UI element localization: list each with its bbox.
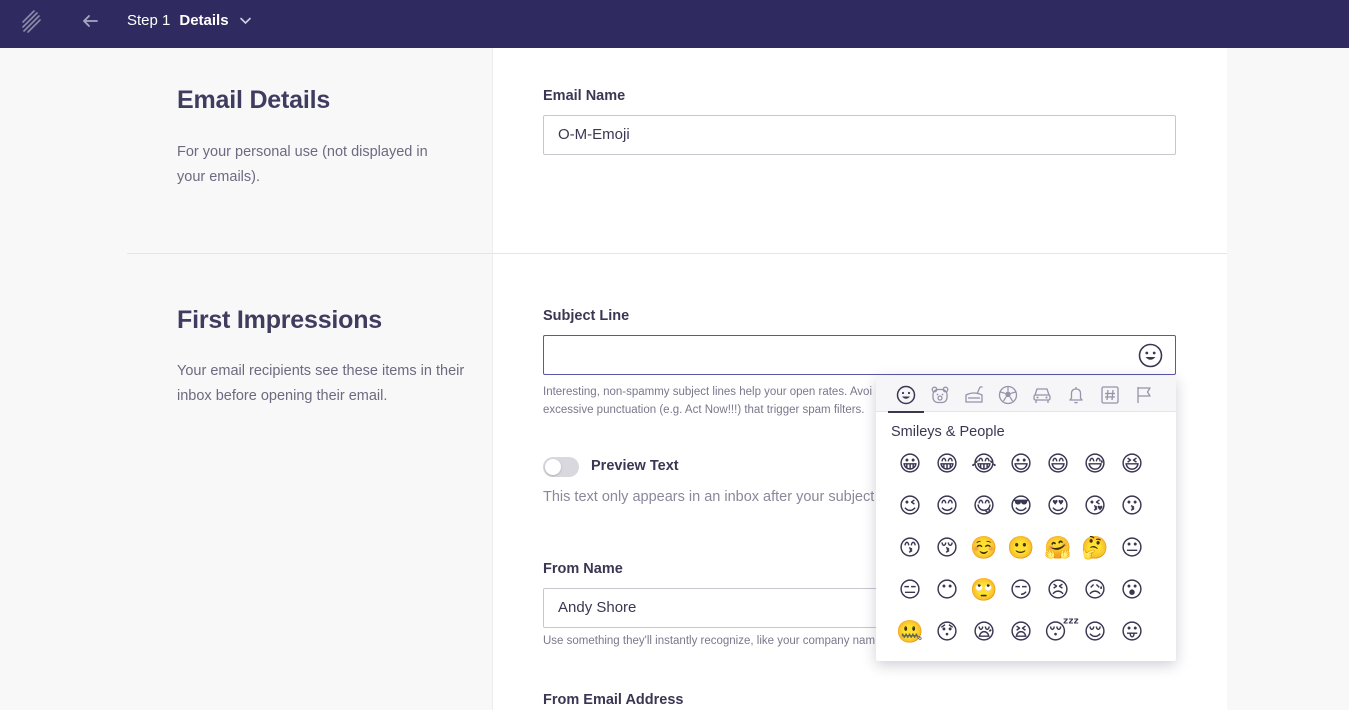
emoji-item[interactable]: 😁: [933, 450, 961, 478]
emoji-item[interactable]: 😮: [1118, 576, 1146, 604]
emoji-item[interactable]: 🤔: [1081, 534, 1109, 562]
emoji-item[interactable]: 😯: [933, 618, 961, 646]
flags-icon[interactable]: [1132, 383, 1156, 407]
emoji-item[interactable]: 🙂: [1007, 534, 1035, 562]
emoji-item[interactable]: 😃: [1007, 450, 1035, 478]
back-arrow-icon[interactable]: [80, 11, 100, 31]
objects-icon[interactable]: [1064, 383, 1088, 407]
chevron-down-icon: [239, 17, 251, 25]
emoji-item[interactable]: 😎: [1007, 492, 1035, 520]
emoji-item[interactable]: 😍: [1044, 492, 1072, 520]
emoji-item[interactable]: 😌: [1081, 618, 1109, 646]
emoji-item[interactable]: 😛: [1118, 618, 1146, 646]
food-icon[interactable]: [962, 383, 986, 407]
animals-icon[interactable]: [928, 383, 952, 407]
subject-help-line-1: Interesting, non-spammy subject lines he…: [543, 386, 872, 398]
emoji-item[interactable]: 😪: [970, 618, 998, 646]
toggle-knob: [545, 459, 561, 475]
emoji-item[interactable]: 🤗: [1044, 534, 1072, 562]
step-name: Details: [179, 12, 229, 29]
emoji-item[interactable]: 😋: [970, 492, 998, 520]
emoji-item[interactable]: 😊: [933, 492, 961, 520]
emoji-grid: 😀 😁 😂 😃 😄 😅 😆 😉 😊 😋 😎 😍 😘 😗 😙 😚 ☺️ 🙂 🤗 🤔 😐 😑 😶 🙄 😏 😣 😥 😮 🤐 😯 😪 😫 😴 😌 😛: [896, 450, 1155, 660]
subject-line-input[interactable]: [543, 335, 1176, 375]
symbols-icon[interactable]: [1098, 383, 1122, 407]
step-number: Step 1: [127, 12, 171, 29]
emoji-category-title: Smileys & People: [891, 424, 1005, 440]
emoji-item[interactable]: 😀: [896, 450, 924, 478]
emoji-item[interactable]: 🤐: [896, 618, 924, 646]
emoji-item[interactable]: 😑: [896, 576, 924, 604]
preview-text-toggle[interactable]: [543, 457, 579, 477]
emoji-item[interactable]: 😙: [896, 534, 924, 562]
from-name-label: From Name: [543, 561, 623, 577]
emoji-item[interactable]: ☺️: [970, 534, 998, 562]
emoji-item[interactable]: 😘: [1081, 492, 1109, 520]
preview-text-label: Preview Text: [591, 458, 679, 474]
emoji-item[interactable]: 😂: [970, 450, 998, 478]
from-name-help: Use something they'll instantly recogniz…: [543, 635, 876, 647]
step-selector[interactable]: Step 1 Details: [127, 12, 252, 29]
emoji-item[interactable]: 😏: [1007, 576, 1035, 604]
first-impressions-description: Your email recipients see these items in…: [177, 363, 465, 404]
top-bar: Step 1 Details: [0, 0, 1349, 48]
emoji-item[interactable]: 😚: [933, 534, 961, 562]
emoji-item[interactable]: 😆: [1118, 450, 1146, 478]
smileys-icon[interactable]: [888, 383, 924, 413]
email-details-description: For your personal use (not displayed in …: [177, 144, 428, 185]
emoji-item[interactable]: 😅: [1081, 450, 1109, 478]
email-details-title: Email Details: [177, 86, 331, 114]
emoji-item[interactable]: 😫: [1007, 618, 1035, 646]
preview-text-description: This text only appears in an inbox after…: [543, 489, 875, 505]
section-divider: [127, 253, 1227, 254]
emoji-item[interactable]: 😴: [1044, 618, 1079, 646]
emoji-picker-button-icon[interactable]: [1138, 343, 1163, 368]
emoji-item[interactable]: 😐: [1118, 534, 1146, 562]
emoji-item[interactable]: 😣: [1044, 576, 1072, 604]
emoji-item[interactable]: 😗: [1118, 492, 1146, 520]
emoji-item[interactable]: 😄: [1044, 450, 1072, 478]
travel-icon[interactable]: [1030, 383, 1054, 407]
first-impressions-title: First Impressions: [177, 306, 382, 334]
emoji-item[interactable]: 🙄: [970, 576, 998, 604]
email-name-label: Email Name: [543, 88, 626, 104]
subject-help-line-2: excessive punctuation (e.g. Act Now!!!) …: [543, 404, 865, 416]
emoji-picker: Smileys & People 😀 😁 😂 😃 😄 😅 😆 😉 😊 😋 😎 😍 😘 😗 😙 😚 ☺️ 🙂 🤗 🤔 😐 😑…: [876, 376, 1176, 661]
emoji-item[interactable]: 😉: [896, 492, 924, 520]
subject-line-label: Subject Line: [543, 308, 630, 324]
from-email-label: From Email Address: [543, 692, 684, 708]
logo-icon[interactable]: [20, 8, 44, 36]
emoji-item[interactable]: 😥: [1081, 576, 1109, 604]
activity-icon[interactable]: [996, 383, 1020, 407]
emoji-item[interactable]: 😶: [933, 576, 961, 604]
email-name-input[interactable]: O-M-Emoji: [543, 115, 1176, 155]
emoji-category-tabs: [876, 376, 1176, 413]
